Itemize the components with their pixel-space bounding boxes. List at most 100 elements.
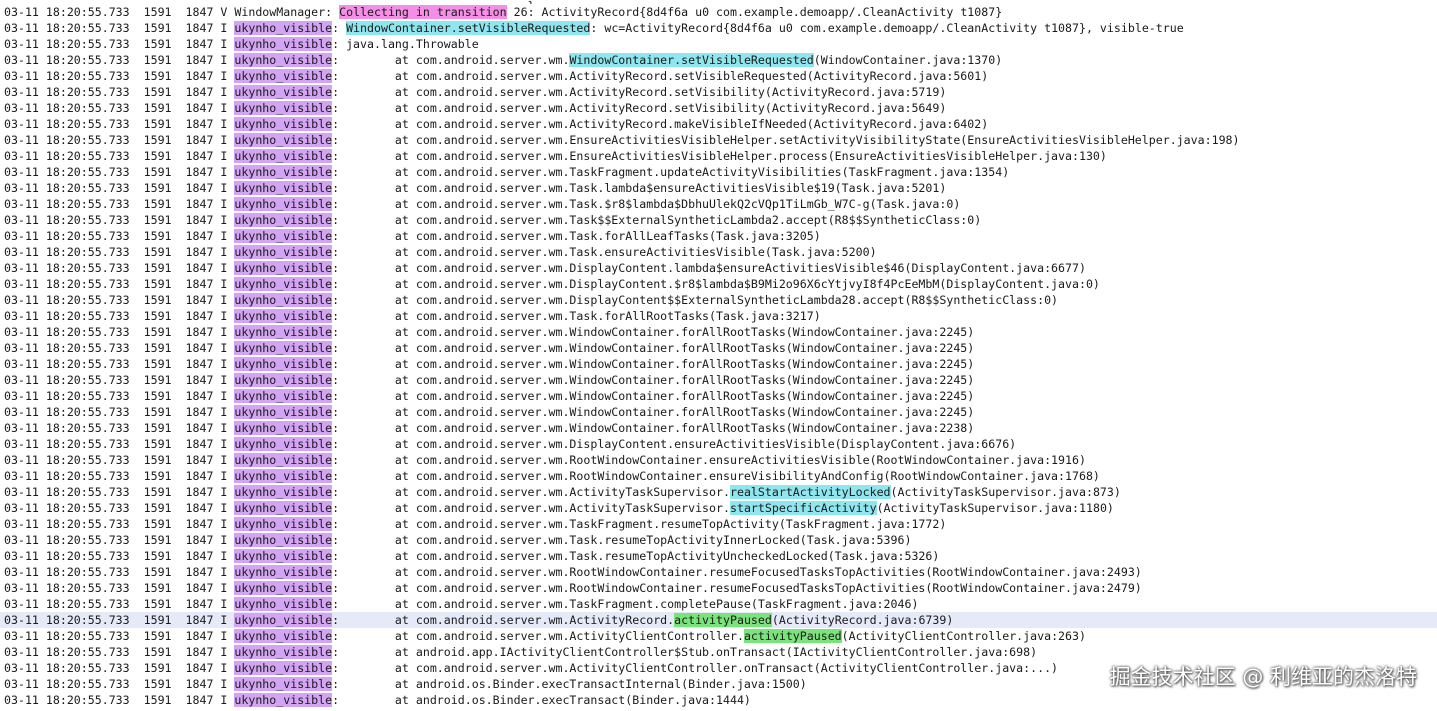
log-line[interactable]: 03-11 18:20:55.733 1591 1847 I ukynho_vi…	[0, 244, 1437, 260]
log-line[interactable]: 03-11 18:20:55.733 1591 1847 I ukynho_vi…	[0, 100, 1437, 116]
log-line[interactable]: 03-11 18:20:55.733 1591 1847 I ukynho_vi…	[0, 580, 1437, 596]
log-line[interactable]: 03-11 18:20:55.733 1591 1847 V WindowMan…	[0, 4, 1437, 20]
log-line[interactable]: 03-11 18:20:55.733 1591 1847 I ukynho_vi…	[0, 548, 1437, 564]
log-pid: 1591	[143, 485, 172, 499]
log-view[interactable]: }, ... 03-11 18:20:55.733 1591 1847 V Wi…	[0, 0, 1437, 708]
log-line[interactable]: 03-11 18:20:55.733 1591 1847 I ukynho_vi…	[0, 164, 1437, 180]
log-time: 03-11 18:20:55.733	[4, 293, 130, 307]
log-message: : at com.android.server.wm.RootWindowCon…	[332, 565, 1142, 579]
log-line[interactable]: 03-11 18:20:55.733 1591 1847 I ukynho_vi…	[0, 596, 1437, 612]
log-tag: ukynho_visible	[234, 133, 333, 147]
log-pid: 1591	[143, 261, 172, 275]
log-pid: 1591	[143, 101, 172, 115]
log-tid: 1847	[185, 341, 214, 355]
log-level: I	[220, 693, 228, 707]
log-message: : at com.android.server.wm.RootWindowCon…	[332, 469, 1100, 483]
log-time: 03-11 18:20:55.733	[4, 117, 130, 131]
log-line[interactable]: 03-11 18:20:55.733 1591 1847 I ukynho_vi…	[0, 356, 1437, 372]
log-line[interactable]: 03-11 18:20:55.733 1591 1847 I ukynho_vi…	[0, 228, 1437, 244]
log-level: I	[220, 629, 228, 643]
log-level: I	[220, 357, 228, 371]
log-line[interactable]: 03-11 18:20:55.733 1591 1847 I ukynho_vi…	[0, 340, 1437, 356]
log-time: 03-11 18:20:55.733	[4, 389, 130, 403]
log-line[interactable]: 03-11 18:20:55.733 1591 1847 I ukynho_vi…	[0, 372, 1437, 388]
log-time: 03-11 18:20:55.733	[4, 453, 130, 467]
log-line[interactable]: 03-11 18:20:55.733 1591 1847 I ukynho_vi…	[0, 484, 1437, 500]
log-time: 03-11 18:20:55.733	[4, 613, 130, 627]
log-pid: 1591	[143, 501, 172, 515]
log-line[interactable]: 03-11 18:20:55.733 1591 1847 I ukynho_vi…	[0, 68, 1437, 84]
log-tid: 1847	[185, 149, 214, 163]
log-line[interactable]: 03-11 18:20:55.733 1591 1847 I ukynho_vi…	[0, 260, 1437, 276]
log-tid: 1847	[185, 229, 214, 243]
log-message: :	[325, 5, 340, 19]
log-level: I	[220, 517, 228, 531]
log-pid: 1591	[143, 341, 172, 355]
log-message: : at com.android.server.wm.Task.resumeTo…	[332, 549, 940, 563]
log-tid: 1847	[185, 693, 214, 707]
log-line[interactable]: 03-11 18:20:55.733 1591 1847 I ukynho_vi…	[0, 436, 1437, 452]
log-message: : at com.android.server.wm.WindowContain…	[332, 389, 975, 403]
log-line-selected[interactable]: 03-11 18:20:55.733 1591 1847 I ukynho_vi…	[0, 612, 1437, 628]
log-line[interactable]: 03-11 18:20:55.733 1591 1847 I ukynho_vi…	[0, 308, 1437, 324]
log-tag: ukynho_visible	[234, 421, 333, 435]
log-level: I	[220, 533, 228, 547]
log-pid: 1591	[143, 677, 172, 691]
log-tid: 1847	[185, 629, 214, 643]
log-line[interactable]: 03-11 18:20:55.733 1591 1847 I ukynho_vi…	[0, 132, 1437, 148]
log-line[interactable]: 03-11 18:20:55.733 1591 1847 I ukynho_vi…	[0, 468, 1437, 484]
log-line[interactable]: 03-11 18:20:55.733 1591 1847 I ukynho_vi…	[0, 212, 1437, 228]
log-time: 03-11 18:20:55.733	[4, 149, 130, 163]
log-line[interactable]: 03-11 18:20:55.733 1591 1847 I ukynho_vi…	[0, 52, 1437, 68]
log-line[interactable]: 03-11 18:20:55.733 1591 1847 I ukynho_vi…	[0, 36, 1437, 52]
log-level: I	[220, 485, 228, 499]
log-message: : at com.android.server.wm.Task.$r8$lamb…	[332, 197, 961, 211]
log-tid: 1847	[185, 389, 214, 403]
log-line[interactable]: 03-11 18:20:55.733 1591 1847 I ukynho_vi…	[0, 644, 1437, 660]
log-line[interactable]: 03-11 18:20:55.733 1591 1847 I ukynho_vi…	[0, 324, 1437, 340]
log-tag: ukynho_visible	[234, 629, 333, 643]
log-tag: ukynho_visible	[234, 149, 333, 163]
log-time: 03-11 18:20:55.733	[4, 533, 130, 547]
log-tag: ukynho_visible	[234, 693, 333, 707]
log-line[interactable]: 03-11 18:20:55.733 1591 1847 I ukynho_vi…	[0, 388, 1437, 404]
log-message-tail: (ActivityClientController.java:263)	[841, 629, 1086, 643]
log-level: I	[220, 277, 228, 291]
log-message: : at com.android.server.wm.Task.resumeTo…	[332, 533, 912, 547]
log-line[interactable]: 03-11 18:20:55.733 1591 1847 I ukynho_vi…	[0, 420, 1437, 436]
log-time: 03-11 18:20:55.733	[4, 549, 130, 563]
log-line[interactable]: 03-11 18:20:55.733 1591 1847 I ukynho_vi…	[0, 532, 1437, 548]
log-pid: 1591	[143, 533, 172, 547]
log-line[interactable]: 03-11 18:20:55.733 1591 1847 I ukynho_vi…	[0, 180, 1437, 196]
log-line[interactable]: 03-11 18:20:55.733 1591 1847 I ukynho_vi…	[0, 148, 1437, 164]
log-line[interactable]: 03-11 18:20:55.733 1591 1847 I ukynho_vi…	[0, 500, 1437, 516]
log-line[interactable]: 03-11 18:20:55.733 1591 1847 I ukynho_vi…	[0, 20, 1437, 36]
log-line[interactable]: 03-11 18:20:55.733 1591 1847 I ukynho_vi…	[0, 84, 1437, 100]
log-pid: 1591	[143, 5, 172, 19]
log-line[interactable]: 03-11 18:20:55.733 1591 1847 I ukynho_vi…	[0, 452, 1437, 468]
log-message: : at com.android.server.wm.WindowContain…	[332, 421, 975, 435]
log-message: : java.lang.Throwable	[332, 37, 479, 51]
log-pid: 1591	[143, 85, 172, 99]
log-tag: ukynho_visible	[234, 581, 333, 595]
log-time: 03-11 18:20:55.733	[4, 101, 130, 115]
log-level: I	[220, 197, 228, 211]
log-level: I	[220, 165, 228, 179]
log-tid: 1847	[185, 581, 214, 595]
log-line[interactable]: 03-11 18:20:55.733 1591 1847 I ukynho_vi…	[0, 276, 1437, 292]
log-pid: 1591	[143, 213, 172, 227]
log-line[interactable]: 03-11 18:20:55.733 1591 1847 I ukynho_vi…	[0, 628, 1437, 644]
log-line[interactable]: 03-11 18:20:55.733 1591 1847 I ukynho_vi…	[0, 404, 1437, 420]
log-tid: 1847	[185, 405, 214, 419]
log-line[interactable]: 03-11 18:20:55.733 1591 1847 I ukynho_vi…	[0, 292, 1437, 308]
log-line[interactable]: 03-11 18:20:55.733 1591 1847 I ukynho_vi…	[0, 692, 1437, 708]
log-time: 03-11 18:20:55.733	[4, 501, 130, 515]
log-line[interactable]: 03-11 18:20:55.733 1591 1847 I ukynho_vi…	[0, 196, 1437, 212]
log-line[interactable]: 03-11 18:20:55.733 1591 1847 I ukynho_vi…	[0, 564, 1437, 580]
log-line[interactable]: 03-11 18:20:55.733 1591 1847 I ukynho_vi…	[0, 516, 1437, 532]
log-level: I	[220, 661, 228, 675]
log-tag: ukynho_visible	[234, 517, 333, 531]
log-tid: 1847	[185, 437, 214, 451]
log-tid: 1847	[185, 101, 214, 115]
log-line[interactable]: 03-11 18:20:55.733 1591 1847 I ukynho_vi…	[0, 116, 1437, 132]
